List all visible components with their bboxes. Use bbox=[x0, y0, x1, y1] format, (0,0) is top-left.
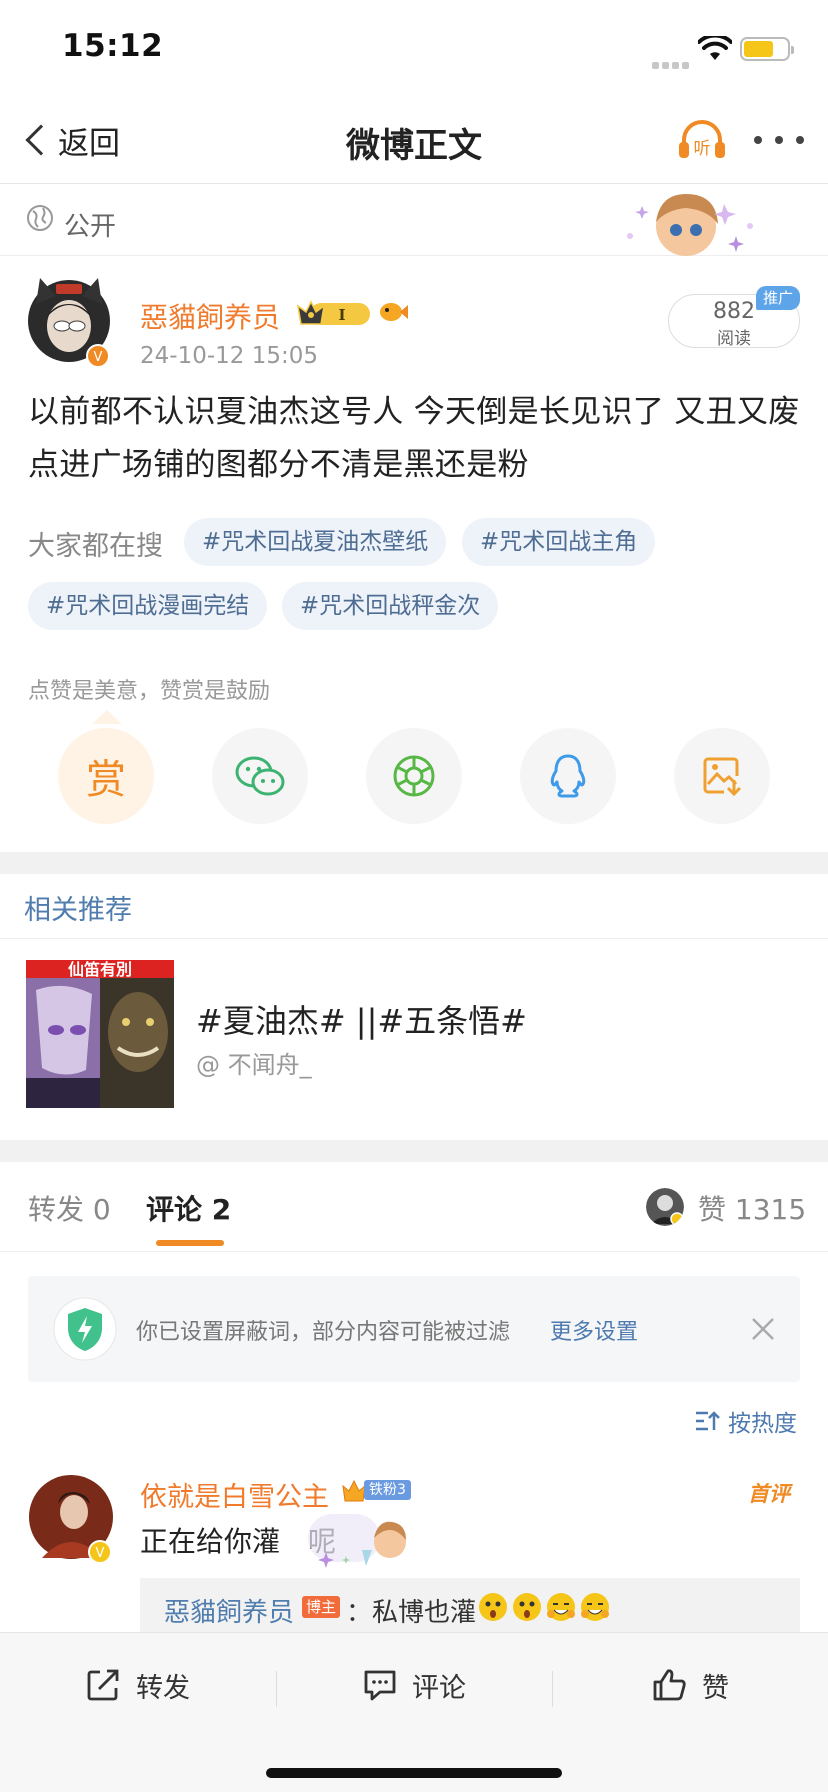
sort-button[interactable]: 按热度 bbox=[694, 1404, 797, 1438]
tabs-bar: 转发 0 评论 2 赞 1315 bbox=[0, 1164, 828, 1252]
reward-button[interactable]: 赏 bbox=[58, 728, 154, 824]
post-timestamp: 24-10-12 15:05 bbox=[140, 343, 318, 369]
comment-label: 评论 bbox=[412, 1672, 466, 1704]
like-button[interactable]: 赞 bbox=[652, 1657, 729, 1713]
divider bbox=[0, 938, 828, 939]
author-name[interactable]: 惡貓飼养员 bbox=[140, 296, 280, 336]
first-comment-tag: 首评 bbox=[748, 1482, 790, 1506]
sort-icon bbox=[696, 1411, 720, 1431]
giggle-emoji-icon bbox=[581, 1593, 609, 1621]
moments-icon bbox=[393, 755, 435, 797]
comment-button[interactable]: 评论 bbox=[362, 1657, 466, 1713]
share-moments-button[interactable] bbox=[366, 728, 462, 824]
host-tag: 博主 bbox=[302, 1596, 341, 1618]
save-image-icon bbox=[703, 757, 742, 797]
reply-text: ：私博也灌 bbox=[346, 1598, 477, 1628]
related-post-author[interactable]: @ 不闻舟_ bbox=[196, 1045, 312, 1080]
status-bar: 15:12 bbox=[0, 0, 828, 96]
reply-author[interactable]: 惡貓飼养员 bbox=[164, 1592, 294, 1629]
related-post-title[interactable]: #夏油杰# ||#五条悟# bbox=[196, 996, 527, 1042]
nav-bar: 返回 微博正文 听 bbox=[0, 96, 828, 184]
read-label: 阅读 bbox=[717, 329, 751, 349]
like-label: 赞 bbox=[702, 1672, 729, 1704]
save-image-button[interactable] bbox=[674, 728, 770, 824]
thumbs-up-icon bbox=[653, 1669, 686, 1701]
close-icon[interactable] bbox=[750, 1316, 776, 1342]
tab-comment[interactable]: 评论 2 bbox=[146, 1188, 231, 1228]
fan-badge: 铁粉3 bbox=[340, 1476, 411, 1504]
author-avatar[interactable]: V bbox=[26, 274, 112, 368]
divider bbox=[552, 1671, 553, 1707]
more-settings-link[interactable]: 更多设置 bbox=[550, 1314, 638, 1346]
reward-pointer-icon bbox=[92, 710, 122, 724]
tab-repost[interactable]: 转发 0 bbox=[28, 1188, 111, 1228]
fish-badge-icon bbox=[380, 303, 408, 321]
shocked-emoji-icon bbox=[479, 1593, 507, 1621]
liker-avatar[interactable] bbox=[646, 1188, 684, 1226]
trending-label: 大家都在搜 bbox=[28, 531, 163, 562]
share-qq-button[interactable] bbox=[520, 728, 616, 824]
sort-label: 按热度 bbox=[728, 1411, 797, 1437]
fan-level: 铁粉3 bbox=[364, 1480, 411, 1500]
home-indicator bbox=[266, 1768, 562, 1778]
related-thumbnail[interactable]: 仙笛有別 bbox=[26, 960, 174, 1108]
more-button[interactable] bbox=[754, 136, 804, 148]
svg-text:V: V bbox=[94, 350, 103, 365]
active-tab-indicator bbox=[156, 1240, 224, 1246]
related-section-title: 相关推荐 bbox=[24, 895, 132, 926]
shield-icon bbox=[53, 1297, 117, 1361]
trending-chip[interactable]: #咒术回战主角 bbox=[462, 518, 656, 566]
globe-icon bbox=[27, 205, 53, 231]
repost-icon bbox=[87, 1669, 119, 1701]
anime-sticker-icon bbox=[627, 194, 753, 256]
filter-notice-text: 你已设置屏蔽词，部分内容可能被过滤 bbox=[136, 1320, 511, 1345]
vip-level: I bbox=[338, 306, 345, 324]
svg-text:V: V bbox=[96, 1546, 105, 1561]
qq-icon bbox=[550, 754, 586, 798]
repost-label: 转发 bbox=[136, 1672, 190, 1704]
share-row: 赏 bbox=[0, 728, 828, 828]
trending-chip[interactable]: #咒术回战秤金次 bbox=[282, 582, 499, 630]
share-wechat-button[interactable] bbox=[212, 728, 308, 824]
emoji-row bbox=[478, 1592, 610, 1622]
tab-like[interactable]: 赞 1315 bbox=[698, 1188, 806, 1228]
wechat-icon bbox=[235, 756, 285, 796]
section-divider bbox=[0, 852, 828, 874]
trending-chip[interactable]: #咒术回战漫画完结 bbox=[28, 582, 268, 630]
visibility-label: 公开 bbox=[64, 212, 117, 242]
comment-icon bbox=[364, 1670, 396, 1701]
reward-hint: 点赞是美意，赞赏是鼓励 bbox=[28, 679, 271, 704]
reward-icon: 赏 bbox=[86, 757, 126, 803]
visibility-row: 公开 bbox=[0, 184, 828, 256]
anime-sticker-icon bbox=[308, 1514, 406, 1568]
listen-headphones-icon[interactable]: 听 bbox=[676, 116, 728, 164]
vip-crown-badge-icon: I bbox=[296, 300, 370, 325]
signal-icon bbox=[652, 54, 692, 73]
repost-button[interactable]: 转发 bbox=[86, 1657, 190, 1713]
post-body: 以前都不认识夏油杰这号人 今天倒是长见识了 又丑又废 点进广场铺的图都分不清是黑… bbox=[28, 394, 800, 483]
giggle-emoji-icon bbox=[547, 1593, 575, 1621]
filter-notice: 你已设置屏蔽词，部分内容可能被过滤 更多设置 bbox=[28, 1276, 800, 1382]
promo-tag: 推广 bbox=[756, 286, 800, 310]
commenter-avatar[interactable]: V bbox=[28, 1474, 114, 1564]
related-thumbnail-text: 仙笛有別 bbox=[68, 960, 132, 979]
status-time: 15:12 bbox=[62, 28, 164, 64]
trending-chip[interactable]: #咒术回战夏油杰壁纸 bbox=[184, 518, 447, 566]
section-divider bbox=[0, 1140, 828, 1162]
listen-label: 听 bbox=[694, 139, 711, 159]
comment-text-start: 正在给你灌 bbox=[140, 1525, 281, 1558]
shocked-emoji-icon bbox=[513, 1593, 541, 1621]
wifi-icon bbox=[698, 36, 732, 60]
divider bbox=[276, 1671, 277, 1707]
battery-icon bbox=[740, 37, 794, 61]
